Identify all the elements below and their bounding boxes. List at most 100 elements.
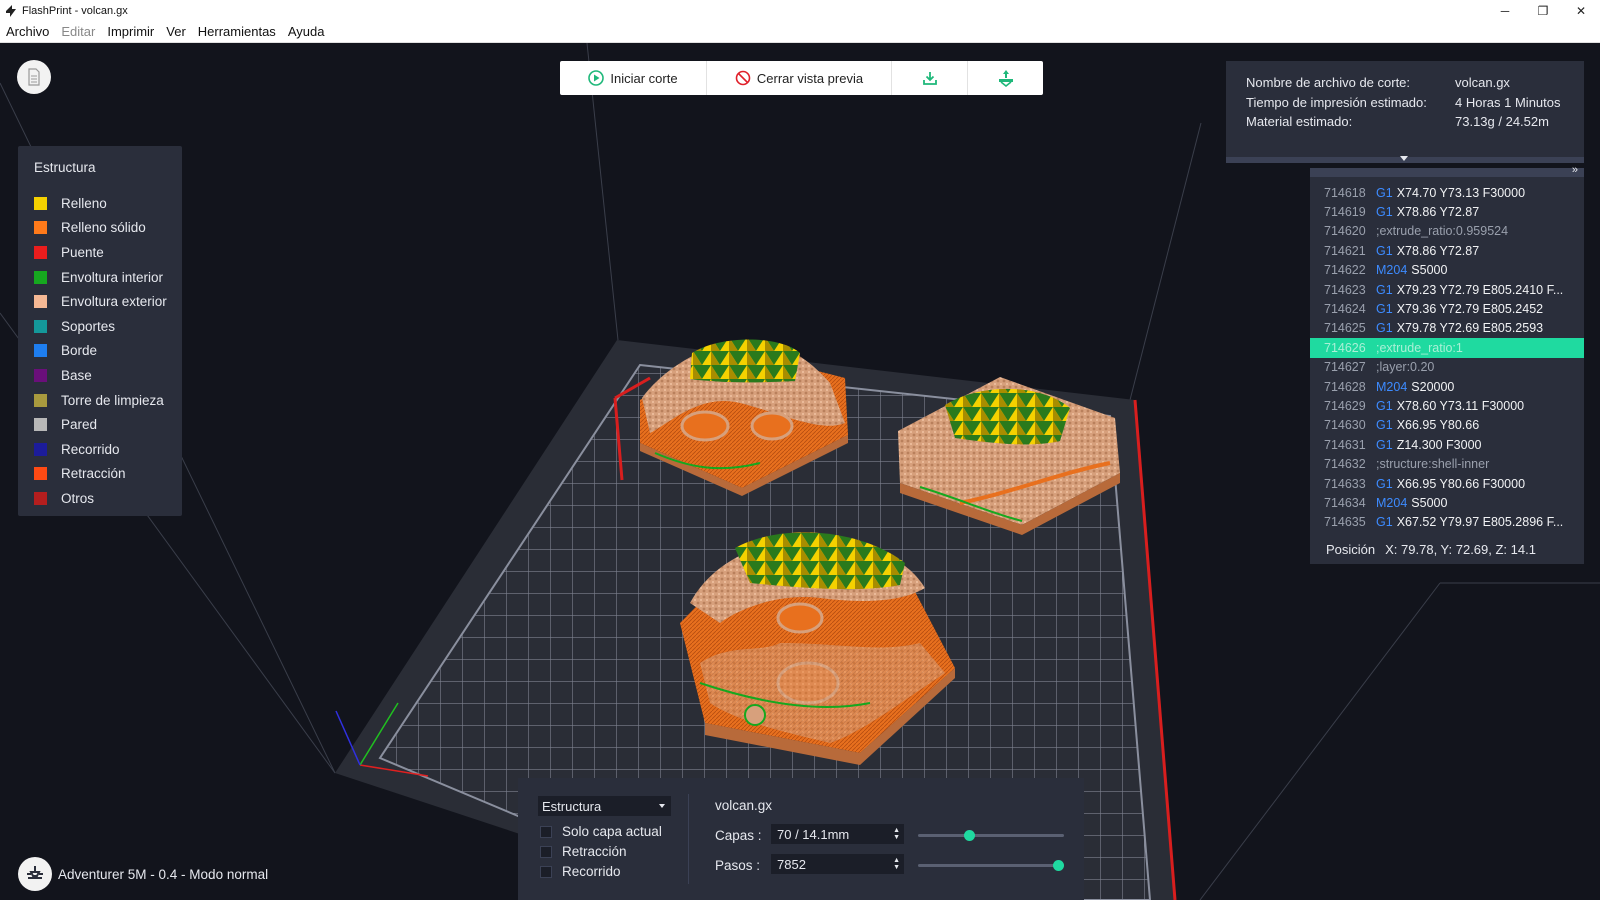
gcode-line[interactable]: 714623 G1 X79.23 Y72.79 E805.2410 F... — [1310, 280, 1584, 299]
checkbox-box[interactable] — [540, 865, 552, 878]
checkbox-current-layer[interactable]: Solo capa actual — [540, 824, 662, 839]
menu-ver[interactable]: Ver — [160, 24, 192, 39]
gcode-line[interactable]: 714620 ;extrude_ratio:0.959524 — [1310, 222, 1584, 241]
checkbox-travel[interactable]: Recorrido — [540, 864, 621, 879]
gcode-line[interactable]: 714635 G1 X67.52 Y79.97 E805.2896 F... — [1310, 513, 1584, 532]
gcode-command: G1 — [1376, 437, 1393, 452]
printer-status: Adventurer 5M - 0.4 - Modo normal — [18, 857, 268, 891]
gcode-arguments: X78.86 Y72.87 — [1396, 243, 1480, 258]
menu-bar: Archivo Editar Imprimir Ver Herramientas… — [0, 21, 1600, 43]
gcode-list[interactable]: 714618 G1 X74.70 Y73.13 F30000 714619 G1 X78.… — [1310, 177, 1584, 532]
printer-nozzle-icon — [27, 866, 43, 879]
gcode-command: G1 — [1376, 321, 1393, 336]
gcode-command: G1 — [1376, 205, 1393, 220]
layers-spinbox[interactable]: 70 / 14.1mm ▲ ▼ — [771, 824, 904, 844]
expand-icon[interactable]: » — [1572, 164, 1578, 176]
gcode-command: G1 — [1376, 185, 1393, 200]
legend-label: Envoltura interior — [61, 269, 164, 285]
gcode-line-number: 714633 — [1324, 476, 1366, 491]
document-button[interactable] — [17, 60, 51, 94]
legend-item: Otros — [34, 486, 182, 511]
preview-controls-panel: Estructura Solo capa actual Retracción R… — [518, 778, 1084, 900]
minimize-button[interactable]: ─ — [1486, 0, 1524, 21]
gcode-line[interactable]: 714631 G1 Z14.300 F3000 — [1310, 435, 1584, 454]
printer-button[interactable] — [18, 857, 52, 891]
gcode-line[interactable]: 714619 G1 X78.86 Y72.87 — [1310, 202, 1584, 221]
gcode-panel-header: » — [1310, 164, 1584, 177]
menu-archivo[interactable]: Archivo — [0, 24, 55, 39]
steps-spinbox[interactable]: 7852 ▲ ▼ — [771, 854, 904, 874]
legend-swatch — [34, 344, 47, 358]
gcode-comment: ;extrude_ratio:1 — [1376, 340, 1463, 355]
printer-send-icon — [998, 70, 1013, 87]
gcode-line-number: 714625 — [1324, 321, 1366, 336]
chevron-down-icon — [659, 804, 665, 808]
menu-imprimir[interactable]: Imprimir — [101, 24, 160, 39]
checkbox-box[interactable] — [540, 845, 552, 858]
legend-swatch — [34, 418, 47, 432]
legend-item: Puente — [34, 240, 182, 265]
gcode-line[interactable]: 714632 ;structure:shell-inner — [1310, 454, 1584, 473]
download-icon — [922, 72, 937, 85]
gcode-line[interactable]: 714628 M204 S20000 — [1310, 377, 1584, 396]
legend-swatch — [34, 319, 47, 333]
gcode-line[interactable]: 714629 G1 X78.60 Y73.11 F30000 — [1310, 396, 1584, 415]
send-to-printer-button[interactable] — [968, 61, 1043, 95]
info-value: volcan.gx — [1455, 75, 1510, 90]
layers-slider-handle[interactable] — [963, 830, 975, 841]
checkbox-retraction[interactable]: Retracción — [540, 844, 627, 859]
gcode-line-number: 714623 — [1324, 282, 1366, 297]
3d-viewport[interactable]: Iniciar corte Cerrar vista previa Estruc… — [0, 43, 1600, 900]
menu-herramientas[interactable]: Herramientas — [192, 24, 282, 39]
menu-editar[interactable]: Editar — [55, 24, 101, 39]
legend-item: Recorrido — [34, 437, 182, 462]
flashprint-logo-icon — [6, 4, 16, 17]
start-slice-button[interactable]: Iniciar corte — [560, 61, 707, 95]
legend-swatch — [34, 270, 47, 284]
steps-slider-handle[interactable] — [1053, 860, 1064, 871]
legend-swatch — [34, 368, 47, 382]
info-collapse-bar[interactable] — [1226, 156, 1584, 163]
legend-label: Borde — [61, 343, 98, 359]
layers-value: 70 / 14.1mm — [777, 826, 850, 842]
gcode-line[interactable]: 714621 G1 X78.86 Y72.87 — [1310, 241, 1584, 260]
steps-slider[interactable] — [918, 860, 1064, 871]
gcode-line[interactable]: 714634 M204 S5000 — [1310, 493, 1584, 512]
export-button[interactable] — [892, 61, 968, 95]
checkbox-box[interactable] — [540, 825, 552, 838]
gcode-line-number: 714619 — [1324, 205, 1366, 220]
gcode-line-number: 714631 — [1324, 437, 1366, 452]
legend-item: Torre de limpieza — [34, 388, 182, 413]
gcode-line-number: 714624 — [1324, 302, 1366, 317]
gcode-line[interactable]: 714625 G1 X79.78 Y72.69 E805.2593 — [1310, 319, 1584, 338]
layers-slider[interactable] — [918, 830, 1064, 841]
close-preview-button[interactable]: Cerrar vista previa — [707, 61, 892, 95]
gcode-line[interactable]: 714633 G1 X66.95 Y80.66 F30000 — [1310, 474, 1584, 493]
gcode-arguments: X79.36 Y72.79 E805.2452 — [1396, 302, 1544, 317]
gcode-line-number: 714622 — [1324, 263, 1366, 278]
gcode-line[interactable]: 714622 M204 S5000 — [1310, 261, 1584, 280]
caret-down-icon — [1400, 156, 1408, 161]
gcode-command: G1 — [1376, 398, 1393, 413]
gcode-line-number: 714632 — [1324, 457, 1366, 472]
gcode-comment: ;extrude_ratio:0.959524 — [1376, 224, 1509, 239]
close-button[interactable]: ✕ — [1562, 0, 1600, 21]
prohibited-icon — [735, 70, 751, 86]
menu-ayuda[interactable]: Ayuda — [282, 24, 331, 39]
gcode-command: M204 — [1376, 495, 1408, 510]
info-label: Material estimado: — [1246, 114, 1353, 129]
gcode-arguments: X74.70 Y73.13 F30000 — [1396, 185, 1526, 200]
view-mode-select[interactable]: Estructura — [538, 796, 671, 816]
gcode-line[interactable]: 714626 ;extrude_ratio:1 — [1310, 338, 1584, 358]
gcode-line[interactable]: 714630 G1 X66.95 Y80.66 — [1310, 416, 1584, 435]
spin-arrows-icon[interactable]: ▲ ▼ — [893, 827, 900, 841]
gcode-line-number: 714630 — [1324, 418, 1366, 433]
gcode-command: G1 — [1376, 476, 1393, 491]
document-icon — [28, 68, 40, 86]
gcode-line[interactable]: 714624 G1 X79.36 Y72.79 E805.2452 — [1310, 299, 1584, 318]
gcode-line[interactable]: 714618 G1 X74.70 Y73.13 F30000 — [1310, 183, 1584, 202]
spin-arrows-icon[interactable]: ▲ ▼ — [893, 857, 900, 871]
gcode-line[interactable]: 714627 ;layer:0.20 — [1310, 358, 1584, 377]
gcode-panel: » 714618 G1 X74.70 Y73.13 F30000 714619 G1 X7… — [1310, 164, 1584, 564]
maximize-button[interactable]: ❐ — [1524, 0, 1562, 21]
